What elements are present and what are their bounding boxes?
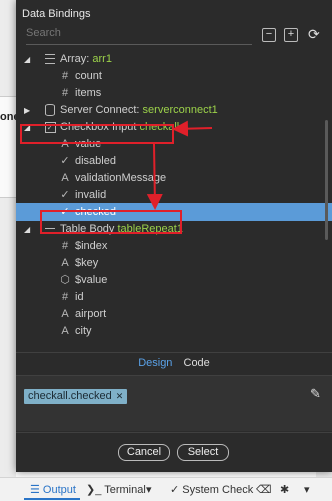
footer-divider <box>16 432 332 433</box>
output-tab[interactable]: ☰ Output <box>30 483 76 496</box>
terminal-dropdown-icon[interactable]: ▾ <box>146 483 152 496</box>
tree-scrollbar[interactable] <box>325 120 328 240</box>
bug-icon[interactable]: ✱ <box>280 483 289 496</box>
data-bindings-dialog: Data Bindings − + ⟳ ◢Array: arr1#count#i… <box>16 0 332 472</box>
editor-tabs: Design Code <box>16 357 332 369</box>
expression-chip[interactable]: checkall.checked ✕ <box>24 389 128 404</box>
annotation-arrow-down <box>146 143 163 210</box>
select-button[interactable]: Select <box>177 444 229 461</box>
output-label: Output <box>42 484 76 496</box>
expression-editor[interactable]: checkall.checked ✕ ✎ <box>16 375 332 431</box>
tab-code[interactable]: Code <box>184 357 210 369</box>
terminal-icon: ❯_ <box>86 484 105 496</box>
eraser-icon[interactable]: ⌫ <box>256 483 272 496</box>
chip-remove-icon[interactable]: ✕ <box>116 391 124 401</box>
expression-chip-label: checkall.checked <box>28 390 112 402</box>
terminal-tab[interactable]: ❯_ Terminal <box>86 483 146 496</box>
magic-wand-icon[interactable]: ✎ <box>310 386 321 402</box>
dropdown-icon[interactable]: ▾ <box>304 483 310 496</box>
terminal-label: Terminal <box>104 484 146 496</box>
system-check-label: System Check <box>182 484 254 496</box>
background-strip: one <box>0 96 20 198</box>
annotation-arrow-left <box>172 120 213 137</box>
divider <box>16 352 332 353</box>
system-check-tab[interactable]: ✓ System Check <box>170 483 253 496</box>
status-bar: ☰ Output ❯_ Terminal ▾ ✓ System Check ⌫ … <box>0 477 332 501</box>
output-icon: ☰ <box>30 484 43 496</box>
cancel-button[interactable]: Cancel <box>118 444 170 461</box>
annotation-arrows <box>146 120 213 210</box>
background-panel-left <box>0 0 16 500</box>
tab-design[interactable]: Design <box>138 357 172 369</box>
check-icon: ✓ <box>170 484 183 496</box>
